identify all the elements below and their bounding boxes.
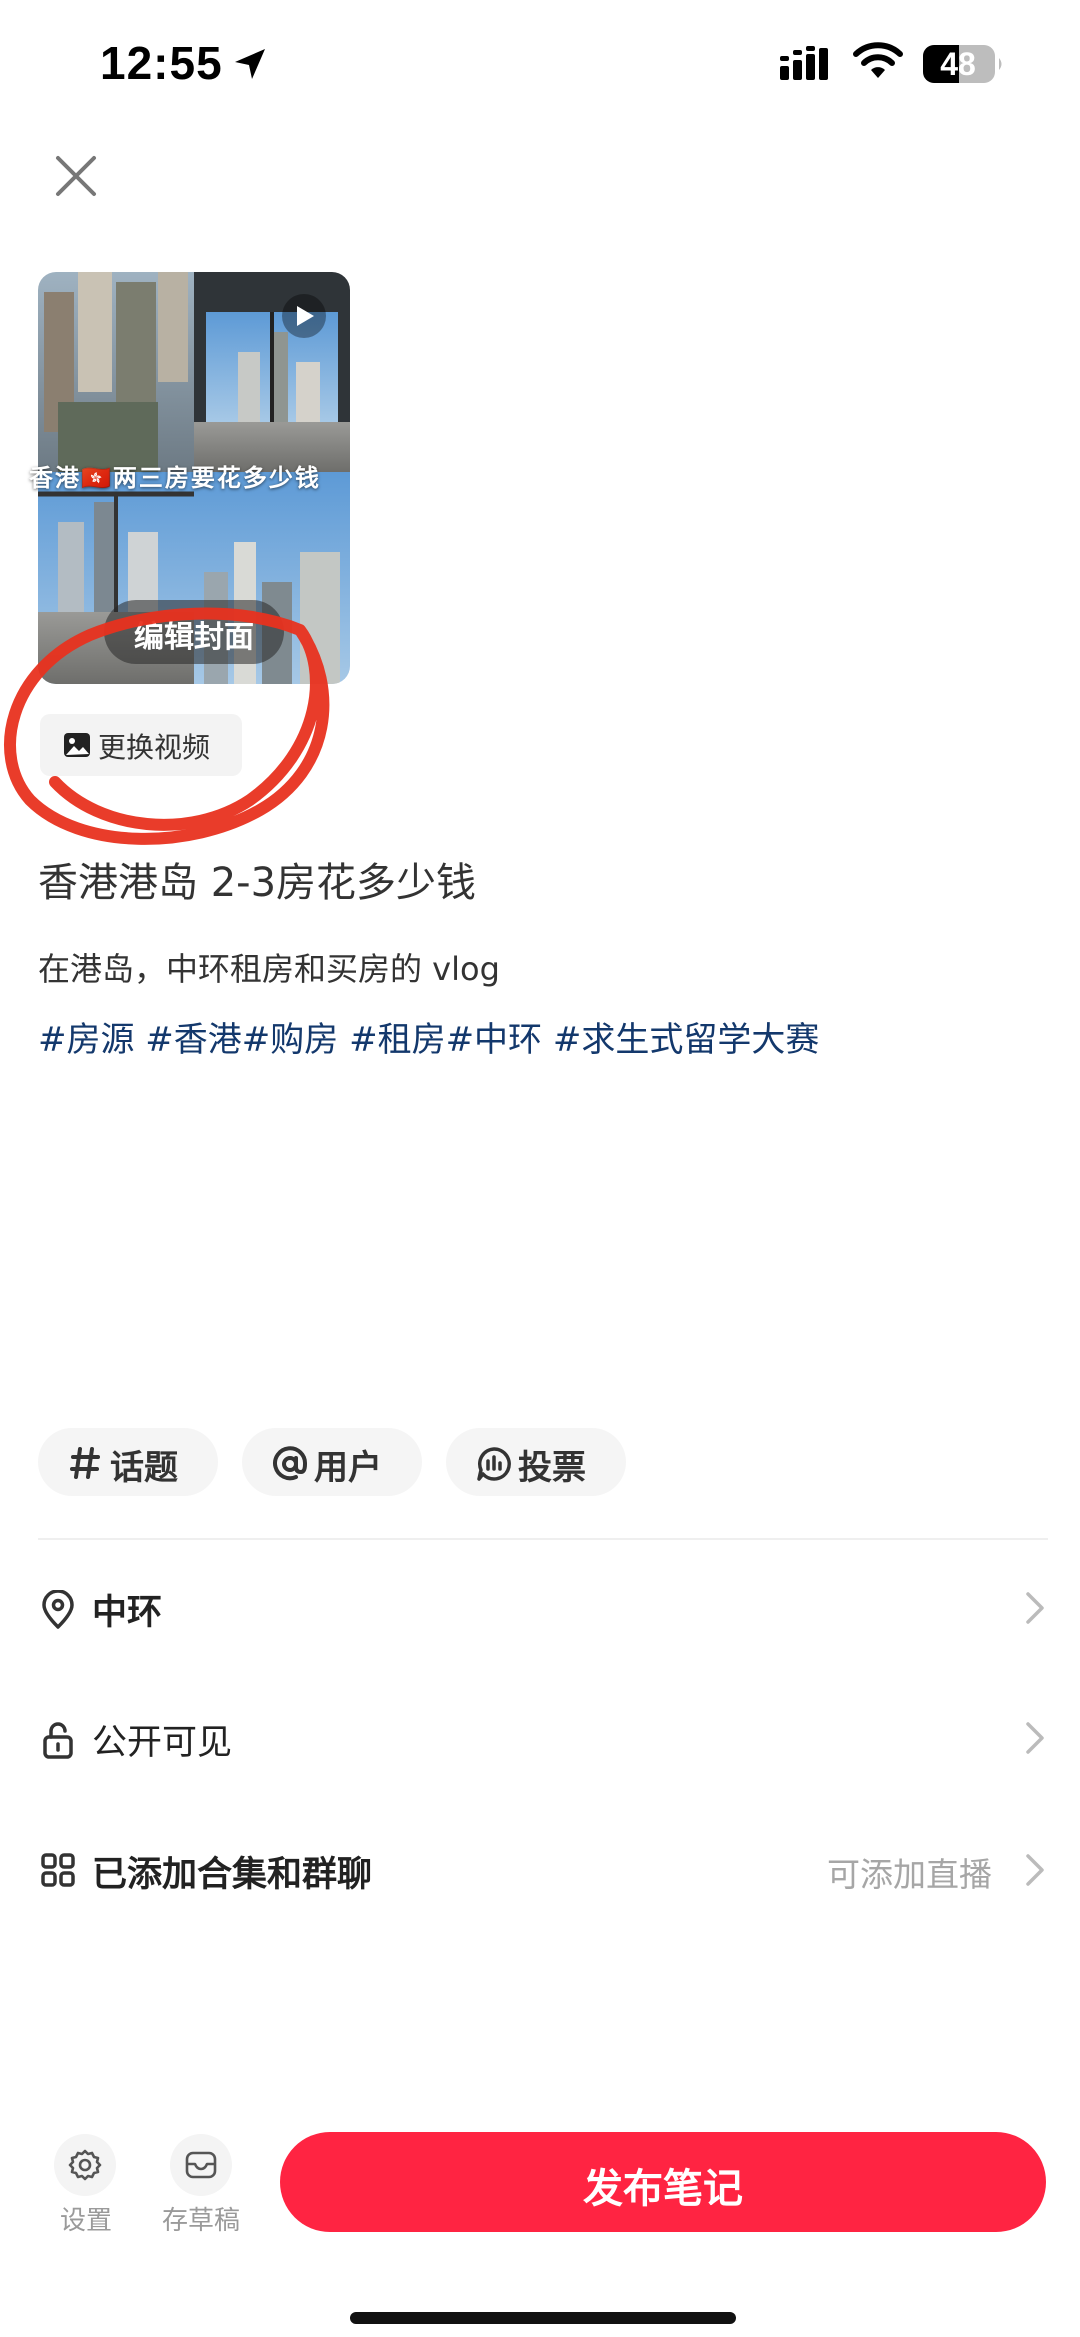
gear-icon	[68, 2149, 102, 2181]
vote-icon	[477, 1447, 511, 1481]
topic-chip-label: 话题	[110, 1448, 178, 1488]
add-live-hint: 可添加直播	[827, 1855, 992, 1894]
location-pin-icon	[42, 1590, 74, 1629]
grid-icon	[41, 1853, 75, 1887]
note-tags[interactable]: #房源 #香港#购房 #租房#中环 #求生式留学大赛	[38, 1012, 819, 1061]
battery-level: 48	[940, 46, 976, 82]
chevron-right-icon	[1026, 1722, 1044, 1754]
cellular-signal-icon	[780, 46, 828, 80]
mention-user-chip-label: 用户	[314, 1448, 382, 1488]
cover-caption: 香港🇭🇰两三房要花多少钱	[29, 464, 321, 492]
location-label: 中环	[92, 1593, 163, 1633]
lock-icon	[43, 1722, 73, 1759]
hashtag-icon	[70, 1447, 100, 1479]
close-icon[interactable]	[48, 148, 104, 204]
play-icon	[282, 294, 326, 338]
vote-chip-label: 投票	[518, 1448, 586, 1488]
status-time: 12:55	[100, 37, 223, 89]
wifi-icon	[853, 42, 903, 78]
inbox-draft-icon	[185, 2151, 217, 2179]
annotation-circle	[4, 607, 330, 845]
settings-label: 设置	[59, 2206, 112, 2236]
status-bar: 12:55 48	[0, 0, 1080, 130]
collection-label: 已添加合集和群聊	[92, 1855, 373, 1895]
home-indicator	[350, 2312, 736, 2324]
note-description[interactable]: 在港岛，中环租房和买房的 vlog	[38, 944, 500, 990]
at-icon	[273, 1446, 308, 1481]
divider	[38, 1538, 1048, 1540]
save-draft-label: 存草稿	[161, 2206, 240, 2236]
publish-note-label: 发布笔记	[583, 2166, 743, 2212]
chevron-right-icon	[1026, 1854, 1044, 1886]
note-title[interactable]: 香港港岛 2-3房花多少钱	[38, 850, 476, 908]
location-arrow-icon	[235, 49, 265, 79]
visibility-label: 公开可见	[92, 1723, 233, 1763]
chevron-right-icon	[1026, 1592, 1044, 1624]
